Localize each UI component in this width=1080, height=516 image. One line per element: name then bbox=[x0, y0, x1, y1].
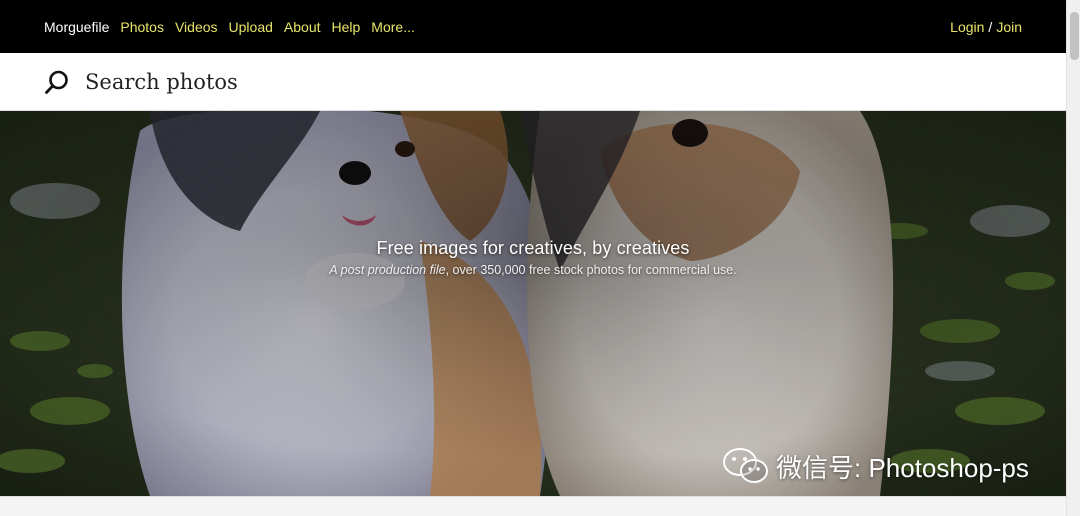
nav-link-help[interactable]: Help bbox=[332, 19, 361, 35]
brand-logo-link[interactable]: Morguefile bbox=[44, 19, 109, 35]
hero-text: Free images for creatives, by creatives … bbox=[0, 238, 1066, 277]
hero-title: Free images for creatives, by creatives bbox=[376, 238, 690, 258]
auth-separator: / bbox=[988, 18, 993, 35]
top-navigation: Morguefile Photos Videos Upload About He… bbox=[0, 0, 1066, 53]
nav-link-more[interactable]: More... bbox=[371, 19, 415, 35]
hero-background-image bbox=[0, 111, 1066, 496]
nav-link-about[interactable]: About bbox=[284, 19, 321, 35]
nav-link-videos[interactable]: Videos bbox=[175, 19, 218, 35]
login-link[interactable]: Login bbox=[950, 19, 984, 35]
nav-link-photos[interactable]: Photos bbox=[120, 19, 164, 35]
nav-link-upload[interactable]: Upload bbox=[229, 19, 273, 35]
wechat-icon bbox=[723, 448, 768, 483]
hero-subtitle-rest: , over 350,000 free stock photos for com… bbox=[445, 263, 737, 277]
search-input[interactable] bbox=[85, 69, 685, 94]
page-scrollbar[interactable] bbox=[1066, 0, 1080, 516]
scrollbar-thumb[interactable] bbox=[1070, 12, 1079, 60]
auth-links: Login / Join bbox=[950, 19, 1022, 35]
hero-banner: Free images for creatives, by creatives … bbox=[0, 111, 1066, 496]
search-icon[interactable] bbox=[44, 69, 70, 95]
watermark: 微信号: Photoshop-ps bbox=[722, 447, 1029, 485]
join-link[interactable]: Join bbox=[996, 19, 1022, 35]
hero-subtitle-italic: A post production file bbox=[329, 263, 446, 277]
page: Morguefile Photos Videos Upload About He… bbox=[0, 0, 1080, 516]
hero-subtitle: A post production file, over 350,000 fre… bbox=[0, 263, 1066, 277]
watermark-text: 微信号: Photoshop-ps bbox=[776, 452, 1029, 483]
page-bottom-strip bbox=[0, 496, 1066, 516]
search-bar bbox=[0, 53, 1066, 111]
